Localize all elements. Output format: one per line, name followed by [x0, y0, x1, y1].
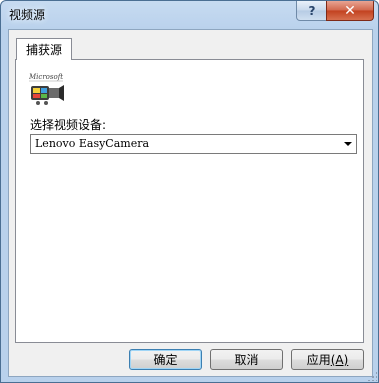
chevron-down-icon — [344, 142, 352, 146]
apply-button-label: 应用 — [306, 353, 331, 367]
help-icon: ? — [308, 3, 316, 18]
title-bar[interactable]: 视频源 ? ✕ — [1, 1, 378, 27]
apply-button-mnemonic: (A) — [330, 352, 349, 367]
ok-button[interactable]: 确定 — [129, 349, 202, 370]
dialog-client-area: 捕获源 Microsoft 选择视频设备: Lenovo EasyCamera — [8, 29, 373, 377]
video-source-dialog: 视频源 ? ✕ 捕获源 Microsoft 选择视频设备: Lenovo Eas… — [0, 0, 379, 383]
cancel-button[interactable]: 取消 — [210, 349, 283, 370]
ok-button-label: 确定 — [153, 353, 178, 367]
tab-capture-source-label: 捕获源 — [25, 43, 62, 57]
close-icon: ✕ — [344, 2, 356, 19]
video-device-dropdown[interactable]: Lenovo EasyCamera — [30, 134, 357, 154]
video-device-selected-value: Lenovo EasyCamera — [35, 137, 150, 150]
apply-button[interactable]: 应用 (A) — [291, 349, 364, 370]
video-camera-icon: Microsoft — [29, 73, 64, 105]
microsoft-logo-text: Microsoft — [29, 73, 63, 81]
window-title: 视频源 — [9, 8, 46, 22]
select-video-device-label: 选择视频设备: — [30, 118, 107, 132]
help-button[interactable]: ? — [296, 1, 328, 21]
capture-source-panel: Microsoft 选择视频设备: Lenovo EasyCamera — [15, 59, 364, 343]
tab-capture-source[interactable]: 捕获源 — [16, 38, 72, 60]
close-button[interactable]: ✕ — [326, 1, 374, 21]
cancel-button-label: 取消 — [234, 353, 259, 367]
